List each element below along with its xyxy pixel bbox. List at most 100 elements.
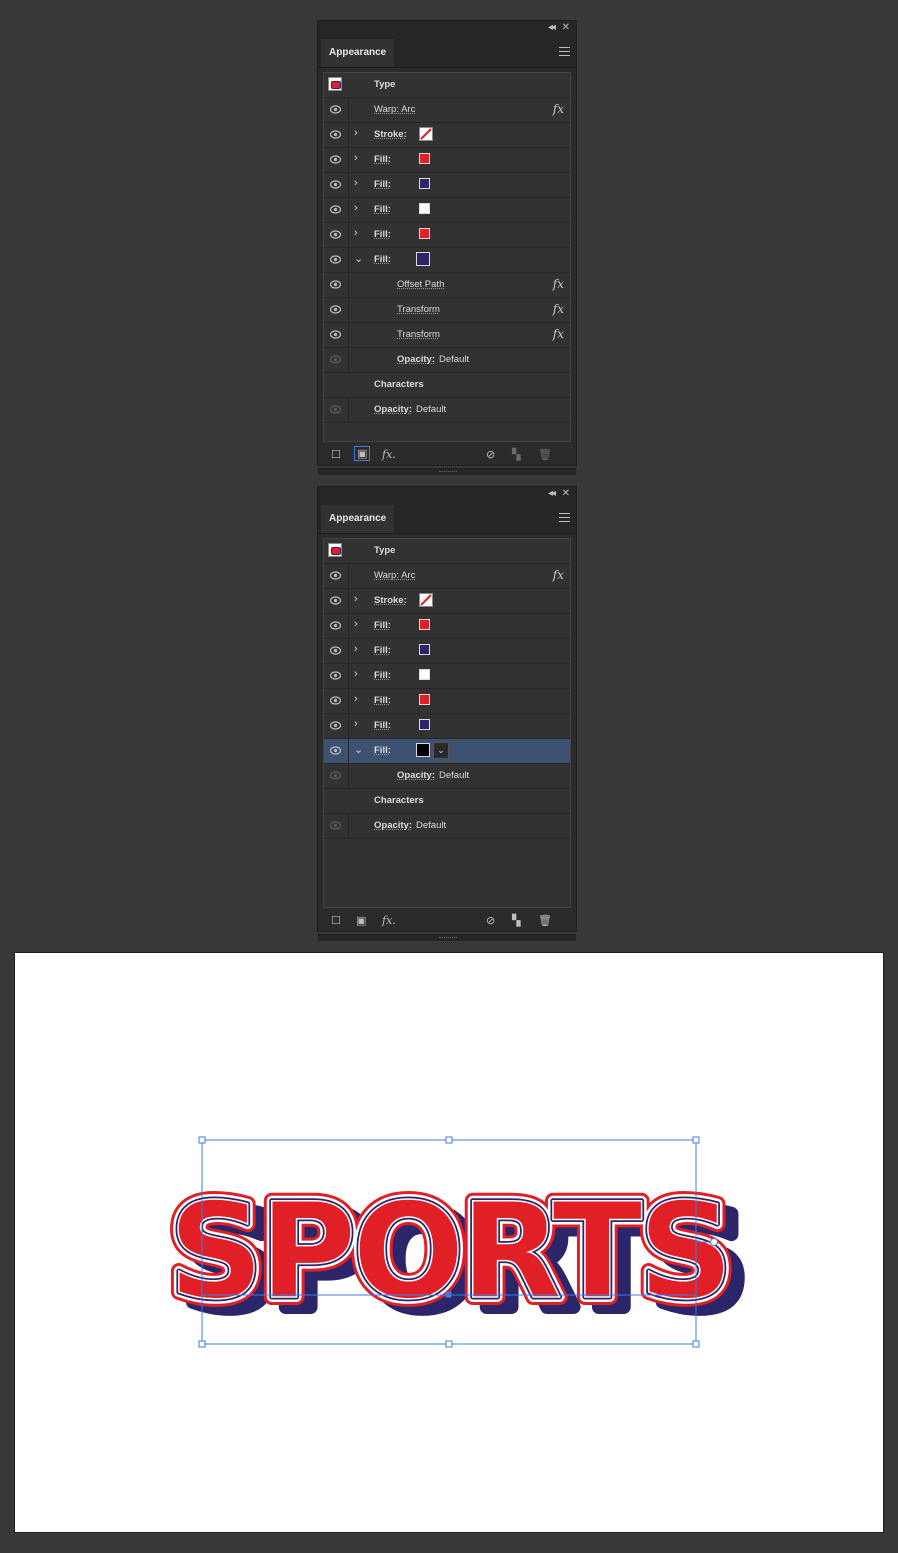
- visibility-eye-icon[interactable]: [330, 180, 341, 189]
- clear-appearance-icon[interactable]: ⊘: [486, 914, 495, 927]
- resize-grip[interactable]: [318, 934, 576, 941]
- fill-swatch[interactable]: [419, 178, 430, 189]
- delete-item-icon[interactable]: 🗑: [538, 914, 552, 927]
- visibility-eye-icon[interactable]: [330, 355, 341, 364]
- eye-cell[interactable]: [324, 348, 349, 372]
- chevron-right-icon[interactable]: ›: [354, 227, 358, 239]
- eye-cell[interactable]: [324, 398, 349, 422]
- close-panel-icon[interactable]: ✕: [562, 23, 570, 33]
- add-stroke-icon[interactable]: ☐: [331, 914, 341, 927]
- visibility-eye-icon[interactable]: [330, 571, 341, 580]
- artboard[interactable]: SPORTS SPORTS SPORTS SPORTS SPORTS: [14, 952, 884, 1533]
- visibility-eye-icon[interactable]: [330, 646, 341, 655]
- chevron-right-icon[interactable]: ›: [354, 152, 358, 164]
- add-effect-icon[interactable]: fx.: [382, 914, 396, 927]
- fx-icon[interactable]: fx: [553, 277, 564, 291]
- chevron-right-icon[interactable]: ›: [354, 593, 358, 605]
- row-label[interactable]: Stroke:: [374, 129, 407, 140]
- visibility-eye-icon[interactable]: [330, 105, 341, 114]
- chevron-down-icon[interactable]: ⌄: [354, 743, 363, 756]
- eye-cell[interactable]: [324, 98, 349, 122]
- visibility-eye-icon[interactable]: [330, 405, 341, 414]
- appearance-row-attr[interactable]: › Fill:: [324, 714, 570, 739]
- duplicate-item-icon[interactable]: ▚: [512, 448, 520, 461]
- characters-label[interactable]: Characters: [374, 795, 424, 806]
- close-panel-icon[interactable]: ✕: [562, 489, 570, 499]
- row-label[interactable]: Fill:: [374, 720, 391, 731]
- appearance-row-op[interactable]: Opacity: Default: [324, 398, 570, 423]
- visibility-eye-icon[interactable]: [330, 696, 341, 705]
- visibility-eye-icon[interactable]: [330, 330, 341, 339]
- row-label[interactable]: Stroke:: [374, 595, 407, 606]
- eye-cell[interactable]: [324, 198, 349, 222]
- panel-menu-icon[interactable]: [559, 513, 570, 525]
- chevron-right-icon[interactable]: ›: [354, 693, 358, 705]
- eye-cell[interactable]: [324, 639, 349, 663]
- appearance-row-thumb[interactable]: Type: [324, 73, 570, 98]
- visibility-eye-icon[interactable]: [330, 621, 341, 630]
- fill-swatch[interactable]: [416, 743, 430, 757]
- resize-grip[interactable]: [318, 468, 576, 475]
- row-label[interactable]: Fill:: [374, 229, 391, 240]
- add-effect-icon[interactable]: fx.: [382, 448, 396, 461]
- chevron-right-icon[interactable]: ›: [354, 618, 358, 630]
- row-label[interactable]: Fill:: [374, 179, 391, 190]
- stroke-swatch[interactable]: [419, 127, 433, 141]
- appearance-row-attr[interactable]: › Stroke:: [324, 123, 570, 148]
- eye-cell[interactable]: [324, 323, 349, 347]
- eye-cell[interactable]: [324, 714, 349, 738]
- appearance-row-attr[interactable]: Warp: Arc fx: [324, 98, 570, 123]
- chevron-right-icon[interactable]: ›: [354, 202, 358, 214]
- visibility-eye-icon[interactable]: [330, 205, 341, 214]
- stroke-swatch[interactable]: [419, 593, 433, 607]
- visibility-eye-icon[interactable]: [330, 671, 341, 680]
- add-fill-icon[interactable]: ▣: [356, 914, 366, 927]
- eye-cell[interactable]: [324, 564, 349, 588]
- fill-swatch[interactable]: [419, 669, 430, 680]
- opacity-label[interactable]: Opacity:: [397, 354, 435, 365]
- chevron-right-icon[interactable]: ›: [354, 127, 358, 139]
- effect-label[interactable]: Transform: [397, 304, 440, 315]
- fill-swatch[interactable]: [419, 203, 430, 214]
- appearance-row-attr[interactable]: › Fill:: [324, 664, 570, 689]
- chevron-right-icon[interactable]: ›: [354, 177, 358, 189]
- add-fill-icon[interactable]: ▣: [354, 446, 371, 461]
- appearance-row-attr[interactable]: › Fill:: [324, 689, 570, 714]
- fx-icon[interactable]: fx: [553, 327, 564, 341]
- visibility-eye-icon[interactable]: [330, 155, 341, 164]
- appearance-row-effect-op[interactable]: Opacity: Default: [324, 764, 570, 789]
- row-label[interactable]: Warp: Arc: [374, 104, 415, 115]
- fill-swatch[interactable]: [419, 153, 430, 164]
- appearance-row-attr[interactable]: ⌄ Fill:: [324, 248, 570, 273]
- characters-label[interactable]: Characters: [374, 379, 424, 390]
- chevron-down-icon[interactable]: ⌄: [354, 252, 363, 265]
- swatch-dropdown[interactable]: ⌄: [433, 742, 449, 759]
- visibility-eye-icon[interactable]: [330, 130, 341, 139]
- fill-swatch[interactable]: [419, 619, 430, 630]
- row-label[interactable]: Fill:: [374, 695, 391, 706]
- visibility-eye-icon[interactable]: [330, 230, 341, 239]
- eye-cell[interactable]: [324, 814, 349, 838]
- visibility-eye-icon[interactable]: [330, 746, 341, 755]
- chevron-right-icon[interactable]: ›: [354, 643, 358, 655]
- row-label[interactable]: Warp: Arc: [374, 570, 415, 581]
- fx-icon[interactable]: fx: [553, 568, 564, 582]
- appearance-row-effect[interactable]: Offset Path fx: [324, 273, 570, 298]
- collapse-panel-icon[interactable]: ◂◂: [548, 489, 556, 499]
- visibility-eye-icon[interactable]: [330, 305, 341, 314]
- row-label[interactable]: Fill:: [374, 745, 391, 756]
- eye-cell[interactable]: [324, 248, 349, 272]
- appearance-row-chars[interactable]: Characters: [324, 373, 570, 398]
- fx-icon[interactable]: fx: [553, 302, 564, 316]
- row-label[interactable]: Fill:: [374, 645, 391, 656]
- eye-cell[interactable]: [324, 173, 349, 197]
- fill-swatch[interactable]: [419, 694, 430, 705]
- panel-menu-icon[interactable]: [559, 47, 570, 59]
- visibility-eye-icon[interactable]: [330, 821, 341, 830]
- appearance-row-attr[interactable]: › Fill:: [324, 614, 570, 639]
- row-label[interactable]: Fill:: [374, 620, 391, 631]
- effect-label[interactable]: Offset Path: [397, 279, 444, 290]
- delete-item-icon[interactable]: 🗑: [538, 448, 552, 461]
- appearance-row-attr[interactable]: › Fill:: [324, 148, 570, 173]
- row-label[interactable]: Fill:: [374, 204, 391, 215]
